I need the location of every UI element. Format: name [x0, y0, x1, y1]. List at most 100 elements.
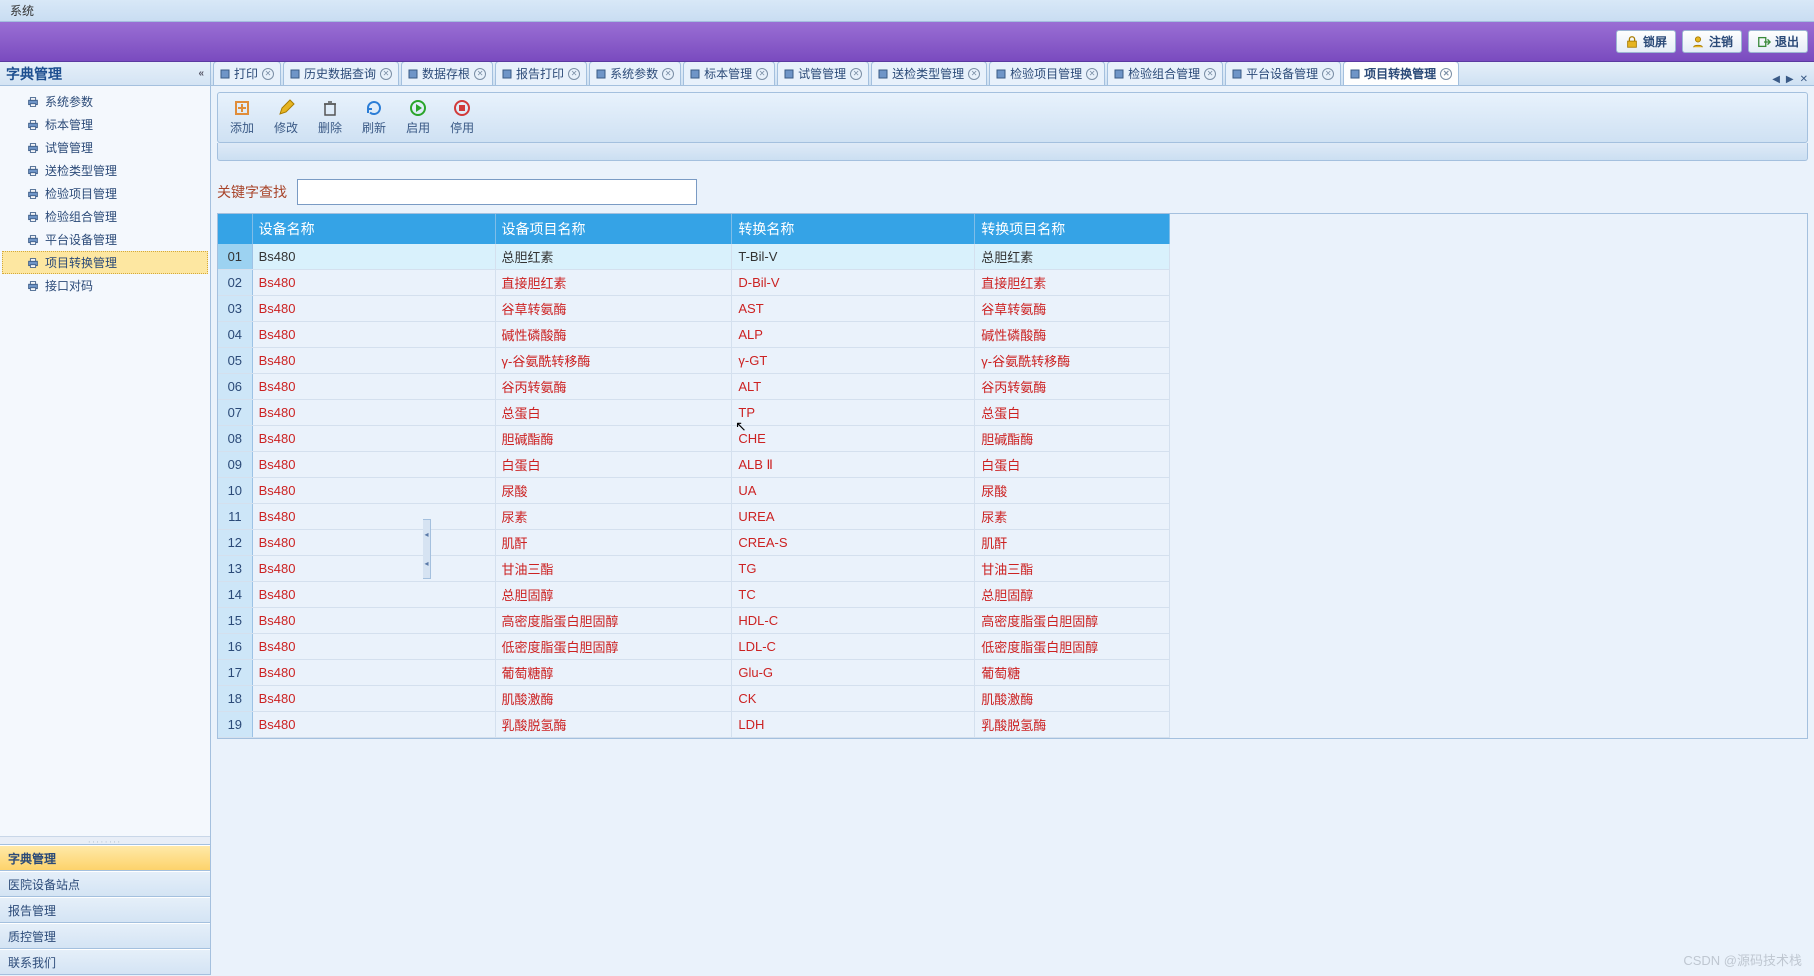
cell-conv: CHE: [732, 426, 975, 452]
table-row[interactable]: 13Bs480甘油三酯TG甘油三酯: [218, 556, 1170, 582]
col-device[interactable]: 设备名称: [252, 214, 495, 244]
sidebar-collapse-icon[interactable]: «: [198, 62, 204, 86]
col-project[interactable]: 设备项目名称: [495, 214, 732, 244]
table-row[interactable]: 11Bs480尿素UREA尿素: [218, 504, 1170, 530]
tab-label: 历史数据查询: [304, 65, 376, 82]
table-row[interactable]: 06Bs480谷丙转氨酶ALT谷丙转氨酶: [218, 374, 1170, 400]
tab-3[interactable]: 报告打印✕: [495, 62, 587, 85]
delete-button[interactable]: 删除: [314, 97, 346, 138]
col-convproj[interactable]: 转换项目名称: [975, 214, 1170, 244]
nav-group-0[interactable]: 字典管理: [0, 845, 210, 871]
add-button[interactable]: 添加: [226, 97, 258, 138]
refresh-button[interactable]: 刷新: [358, 97, 390, 138]
sidebar-item-8[interactable]: 接口对码: [2, 274, 208, 297]
tab-1[interactable]: 历史数据查询 ✕: [283, 62, 399, 85]
printer-icon: [26, 187, 40, 201]
tab-close-icon[interactable]: ✕: [1204, 68, 1216, 80]
search-input[interactable]: [297, 179, 697, 205]
tab-10[interactable]: 平台设备管理✕: [1225, 62, 1341, 85]
table-row[interactable]: 19Bs480乳酸脱氢酶LDH乳酸脱氢酶: [218, 712, 1170, 738]
tab-close-icon[interactable]: ✕: [568, 68, 580, 80]
tab-close-icon[interactable]: ✕: [474, 68, 486, 80]
tab-close-icon[interactable]: ✕: [262, 68, 274, 80]
table-row[interactable]: 05Bs480γ-谷氨酰转移酶γ-GTγ-谷氨酰转移酶: [218, 348, 1170, 374]
tab-close-icon[interactable]: ✕: [756, 68, 768, 80]
tab-8[interactable]: 检验项目管理✕: [989, 62, 1105, 85]
cell-convproj: γ-谷氨酰转移酶: [975, 348, 1170, 374]
row-number: 09: [218, 452, 252, 478]
tab-close-icon[interactable]: ✕: [850, 68, 862, 80]
tab-next[interactable]: ▶: [1784, 74, 1796, 85]
cell-convproj: 总蛋白: [975, 400, 1170, 426]
tab-close-all[interactable]: ✕: [1798, 74, 1810, 85]
tab-9[interactable]: 检验组合管理✕: [1107, 62, 1223, 85]
table-row[interactable]: 08Bs480胆碱酯酶CHE胆碱酯酶: [218, 426, 1170, 452]
col-conv[interactable]: 转换名称: [732, 214, 975, 244]
tab-6[interactable]: 试管管理✕: [777, 62, 869, 85]
tab-4[interactable]: 系统参数✕: [589, 62, 681, 85]
doc-icon: [1232, 69, 1242, 79]
cell-device: Bs480: [252, 244, 495, 270]
tab-0[interactable]: 打印✕: [213, 62, 281, 85]
row-number: 17: [218, 660, 252, 686]
table-row[interactable]: 18Bs480肌酸激酶CK肌酸激酶: [218, 686, 1170, 712]
table-row[interactable]: 07Bs480总蛋白TP总蛋白: [218, 400, 1170, 426]
panel-collapse-handle[interactable]: ◂◂: [423, 519, 431, 579]
table-row[interactable]: 09Bs480白蛋白ALB Ⅱ白蛋白: [218, 452, 1170, 478]
toolbar-label: 刷新: [362, 119, 386, 136]
tab-11[interactable]: 项目转换管理✕: [1343, 62, 1459, 85]
nav-group-1[interactable]: 医院设备站点: [0, 871, 210, 897]
row-number: 02: [218, 270, 252, 296]
nav-group-4[interactable]: 联系我们: [0, 949, 210, 975]
sidebar-item-label: 检验项目管理: [45, 185, 117, 202]
sidebar-item-3[interactable]: 送检类型管理: [2, 159, 208, 182]
logout-button[interactable]: 注销: [1682, 30, 1742, 53]
col-rownum[interactable]: [218, 214, 252, 244]
tab-prev[interactable]: ◀: [1770, 74, 1782, 85]
enable-button[interactable]: 启用: [402, 97, 434, 138]
tab-close-icon[interactable]: ✕: [1440, 68, 1452, 80]
search-label: 关键字查找: [217, 182, 287, 202]
exit-button[interactable]: 退出: [1748, 30, 1808, 53]
tab-close-icon[interactable]: ✕: [1322, 68, 1334, 80]
tab-7[interactable]: 送检类型管理✕: [871, 62, 987, 85]
table-row[interactable]: 16Bs480低密度脂蛋白胆固醇LDL-C低密度脂蛋白胆固醇: [218, 634, 1170, 660]
table-row[interactable]: 12Bs480肌酐CREA-S肌酐: [218, 530, 1170, 556]
sidebar-item-6[interactable]: 平台设备管理: [2, 228, 208, 251]
table-row[interactable]: 04Bs480碱性磷酸酶ALP碱性磷酸酶: [218, 322, 1170, 348]
sidebar-item-1[interactable]: 标本管理: [2, 113, 208, 136]
row-number: 14: [218, 582, 252, 608]
nav-group-3[interactable]: 质控管理: [0, 923, 210, 949]
cell-convproj: 尿酸: [975, 478, 1170, 504]
disable-button[interactable]: 停用: [446, 97, 478, 138]
table-row[interactable]: 02Bs480直接胆红素D-Bil-V直接胆红素: [218, 270, 1170, 296]
table-row[interactable]: 15Bs480高密度脂蛋白胆固醇HDL-C高密度脂蛋白胆固醇: [218, 608, 1170, 634]
tab-close-icon[interactable]: ✕: [662, 68, 674, 80]
sidebar-item-2[interactable]: 试管管理: [2, 136, 208, 159]
table-row[interactable]: 17Bs480葡萄糖醇Glu-G葡萄糖: [218, 660, 1170, 686]
cell-device: Bs480: [252, 660, 495, 686]
tab-close-icon[interactable]: ✕: [380, 68, 392, 80]
tab-5[interactable]: 标本管理✕: [683, 62, 775, 85]
table-row[interactable]: 14Bs480总胆固醇TC总胆固醇: [218, 582, 1170, 608]
cell-device: Bs480: [252, 530, 495, 556]
sidebar-item-4[interactable]: 检验项目管理: [2, 182, 208, 205]
tab-close-icon[interactable]: ✕: [1086, 68, 1098, 80]
action-toolbar: 添加修改删除刷新启用停用: [217, 92, 1808, 143]
table-row[interactable]: 10Bs480尿酸UA尿酸: [218, 478, 1170, 504]
sidebar-item-0[interactable]: 系统参数: [2, 90, 208, 113]
sidebar-item-7[interactable]: 项目转换管理: [2, 251, 208, 274]
row-number: 15: [218, 608, 252, 634]
sidebar: 字典管理 « 系统参数标本管理试管管理送检类型管理检验项目管理检验组合管理平台设…: [0, 62, 211, 975]
tab-close-icon[interactable]: ✕: [968, 68, 980, 80]
table-row[interactable]: 01Bs480总胆红素T-Bil-V总胆红素: [218, 244, 1170, 270]
table-row[interactable]: 03Bs480谷草转氨酶AST谷草转氨酶: [218, 296, 1170, 322]
tab-2[interactable]: 数据存根✕: [401, 62, 493, 85]
cell-project: 总蛋白: [495, 400, 732, 426]
nav-group-2[interactable]: 报告管理: [0, 897, 210, 923]
lock-screen-button[interactable]: 锁屏: [1616, 30, 1676, 53]
sidebar-item-5[interactable]: 检验组合管理: [2, 205, 208, 228]
edit-button[interactable]: 修改: [270, 97, 302, 138]
sidebar-header: 字典管理 «: [0, 62, 210, 86]
sidebar-grip[interactable]: ∙∙∙∙∙∙∙∙: [0, 836, 210, 844]
